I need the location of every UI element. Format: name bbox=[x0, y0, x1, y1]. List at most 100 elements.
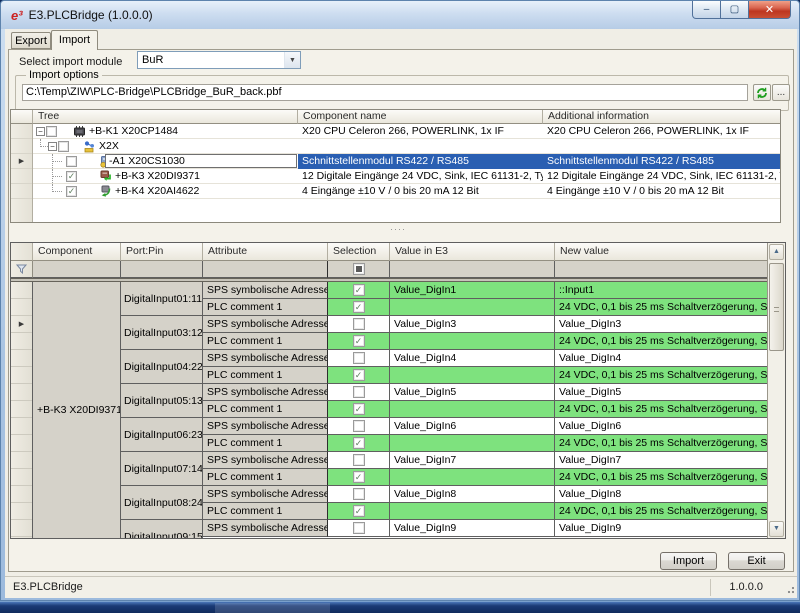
tree-component-name-cell[interactable]: 4 Eingänge ±10 V / 0 bis 20 mA 12 Bit bbox=[298, 184, 543, 199]
portpin-cell[interactable]: DigitalInput08:24 bbox=[121, 486, 202, 520]
selection-checkbox[interactable] bbox=[353, 454, 365, 466]
new-value-cell[interactable]: 24 VDC, 0,1 bis 25 ms Schaltverzögerung,… bbox=[555, 469, 767, 486]
portpin-cell[interactable]: DigitalInput09:15 bbox=[121, 520, 202, 538]
table-row[interactable]: PLC comment 1✓24 VDC, 0,1 bis 25 ms Scha… bbox=[203, 469, 767, 486]
new-value-cell[interactable]: 24 VDC, 0,1 bis 25 ms Schaltverzögerung,… bbox=[555, 503, 767, 520]
tree-component-name-cell[interactable]: 12 Digitale Eingänge 24 VDC, Sink, IEC 6… bbox=[298, 169, 543, 184]
new-value-cell[interactable]: 24 VDC, 0,1 bis 25 ms Schaltverzögerung,… bbox=[555, 299, 767, 316]
tree-row[interactable]: −X2X bbox=[33, 139, 780, 154]
table-row[interactable]: SPS symbolische Adresse Value_DigIn5Value… bbox=[203, 384, 767, 401]
selection-checkbox[interactable]: ✓ bbox=[353, 505, 365, 517]
value-in-e3-cell[interactable]: Value_DigIn5 bbox=[390, 384, 555, 401]
selection-cell[interactable] bbox=[328, 384, 390, 401]
attribute-cell[interactable]: PLC comment 1 bbox=[203, 333, 328, 350]
attribute-cell[interactable]: SPS symbolische Adresse bbox=[203, 316, 328, 333]
grid-row-indicator[interactable] bbox=[11, 452, 32, 469]
value-in-e3-cell[interactable] bbox=[390, 469, 555, 486]
selection-cell[interactable] bbox=[328, 350, 390, 367]
filter-row-selector[interactable] bbox=[11, 261, 33, 278]
table-row[interactable]: PLC comment 1✓24 VDC, 0,1 bis 25 ms Scha… bbox=[203, 435, 767, 452]
browse-button[interactable]: ... bbox=[772, 84, 790, 101]
value-in-e3-cell[interactable]: Value_DigIn7 bbox=[390, 452, 555, 469]
table-row[interactable]: PLC comment 1✓24 VDC, 0,1 bis 25 ms Scha… bbox=[203, 503, 767, 520]
selection-checkbox[interactable] bbox=[353, 420, 365, 432]
value-in-e3-cell[interactable]: Value_DigIn1 bbox=[390, 282, 555, 299]
filter-cell-portpin[interactable] bbox=[121, 261, 203, 278]
tree-row[interactable]: ✓+B-K4 X20AI46224 Eingänge ±10 V / 0 bis… bbox=[33, 184, 780, 199]
selection-checkbox[interactable] bbox=[353, 522, 365, 534]
scroll-up-icon[interactable]: ▲ bbox=[769, 244, 784, 260]
selection-cell[interactable] bbox=[328, 520, 390, 537]
table-row[interactable]: PLC comment 1✓24 VDC, 0,1 bis 25 ms Scha… bbox=[203, 401, 767, 418]
new-value-cell[interactable]: 24 VDC, 0,1 bis 25 ms Schaltverzögerung,… bbox=[555, 401, 767, 418]
tree-component-name-cell[interactable]: X20 CPU Celeron 266, POWERLINK, 1x IF bbox=[298, 124, 543, 139]
exit-button[interactable]: Exit bbox=[728, 552, 785, 570]
select-all-checkbox[interactable] bbox=[353, 263, 365, 275]
tree-node-cell[interactable]: ✓+B-K4 X20AI4622 bbox=[33, 184, 298, 199]
selection-cell[interactable]: ✓ bbox=[328, 469, 390, 486]
filter-cell-selection[interactable] bbox=[328, 261, 390, 278]
tree-additional-info-cell[interactable]: 12 Digitale Eingänge 24 VDC, Sink, IEC 6… bbox=[543, 169, 780, 184]
titlebar[interactable]: e³ E3.PLCBridge (1.0.0.0) bbox=[1, 1, 799, 29]
table-row[interactable]: SPS symbolische AdresseValue_DigIn6Value… bbox=[203, 418, 767, 435]
value-in-e3-cell[interactable]: Value_DigIn9 bbox=[390, 520, 555, 537]
tree-node-cell[interactable]: −+B-K1 X20CP1484 bbox=[33, 124, 298, 139]
table-row[interactable]: PLC comment 1✓24 VDC, 0,1 bis 25 ms Scha… bbox=[203, 367, 767, 384]
tree-header-component-name[interactable]: Component name bbox=[298, 110, 543, 124]
value-in-e3-cell[interactable] bbox=[390, 367, 555, 384]
component-merged-cell[interactable]: +B-K3 X20DI9371 bbox=[33, 282, 121, 538]
attribute-cell[interactable]: SPS symbolische Adresse bbox=[203, 282, 328, 299]
tree-row[interactable]: ✓+B-K3 X20DI937112 Digitale Eingänge 24 … bbox=[33, 169, 780, 184]
selection-checkbox[interactable]: ✓ bbox=[353, 284, 365, 296]
table-row[interactable]: PLC comment 1✓24 VDC, 0,1 bis 25 ms Scha… bbox=[203, 333, 767, 350]
collapse-icon[interactable]: − bbox=[36, 127, 45, 136]
selection-checkbox[interactable] bbox=[353, 318, 365, 330]
table-row[interactable]: SPS symbolische AdresseValue_DigIn8Value… bbox=[203, 486, 767, 503]
tree-component-name-cell[interactable]: Schnittstellenmodul RS422 / RS485 bbox=[298, 154, 543, 169]
tree-row-indicator[interactable] bbox=[11, 124, 32, 139]
filter-cell-new-value[interactable] bbox=[555, 261, 767, 278]
grid-row-indicator[interactable] bbox=[11, 401, 32, 418]
portpin-cell[interactable]: DigitalInput03:12 bbox=[121, 316, 202, 350]
filter-cell-value-e3[interactable] bbox=[390, 261, 555, 278]
tree-row-indicator[interactable]: ▶ bbox=[11, 154, 32, 169]
tree-additional-info-cell[interactable]: X20 CPU Celeron 266, POWERLINK, 1x IF bbox=[543, 124, 780, 139]
attribute-cell[interactable]: SPS symbolische Adresse bbox=[203, 384, 328, 401]
scrollbar-thumb[interactable] bbox=[769, 263, 784, 351]
new-value-cell[interactable]: Value_DigIn4 bbox=[555, 350, 767, 367]
selection-cell[interactable] bbox=[328, 418, 390, 435]
attribute-cell[interactable]: PLC comment 1 bbox=[203, 435, 328, 452]
selection-cell[interactable] bbox=[328, 486, 390, 503]
grid-row-indicator[interactable] bbox=[11, 333, 32, 350]
value-in-e3-cell[interactable] bbox=[390, 401, 555, 418]
selection-cell[interactable]: ✓ bbox=[328, 435, 390, 452]
tree-row-indicator[interactable] bbox=[11, 139, 32, 154]
tree-node-checkbox[interactable] bbox=[66, 156, 77, 167]
new-value-cell[interactable]: ::Input1 bbox=[555, 282, 767, 299]
grid-row-indicator[interactable]: ▶ bbox=[11, 316, 32, 333]
value-in-e3-cell[interactable]: Value_DigIn4 bbox=[390, 350, 555, 367]
tree-node-editor[interactable]: -A1 X20CS1030 bbox=[105, 154, 297, 168]
value-in-e3-cell[interactable] bbox=[390, 503, 555, 520]
selection-checkbox[interactable] bbox=[353, 488, 365, 500]
scroll-down-icon[interactable]: ▼ bbox=[769, 521, 784, 537]
tree-row[interactable]: -A1 X20CS1030Schnittstellenmodul RS422 /… bbox=[33, 154, 780, 169]
portpin-cell[interactable]: DigitalInput07:14 bbox=[121, 452, 202, 486]
portpin-cell[interactable]: DigitalInput05:13 bbox=[121, 384, 202, 418]
tree-node-checkbox[interactable]: ✓ bbox=[66, 186, 77, 197]
table-row[interactable]: PLC comment 1✓24 VDC, 0,1 bis 25 ms Scha… bbox=[203, 299, 767, 316]
grid-row-indicator[interactable] bbox=[11, 299, 32, 316]
selection-checkbox[interactable]: ✓ bbox=[353, 471, 365, 483]
grid-row-indicator[interactable] bbox=[11, 486, 32, 503]
tree-header-additional-information[interactable]: Additional information bbox=[543, 110, 780, 124]
grid-header-selection[interactable]: Selection bbox=[328, 243, 390, 261]
selection-cell[interactable]: ✓ bbox=[328, 401, 390, 418]
tree-node-cell[interactable]: -A1 X20CS1030 bbox=[33, 154, 298, 169]
refresh-button[interactable] bbox=[753, 84, 771, 101]
grid-row-indicator[interactable] bbox=[11, 435, 32, 452]
attribute-cell[interactable]: SPS symbolische Adresse bbox=[203, 452, 328, 469]
table-row[interactable]: SPS symbolische AdresseValue_DigIn7Value… bbox=[203, 452, 767, 469]
close-button[interactable]: ✕ bbox=[748, 1, 791, 19]
new-value-cell[interactable]: Value_DigIn5 bbox=[555, 384, 767, 401]
minimize-button[interactable]: – bbox=[692, 1, 721, 19]
